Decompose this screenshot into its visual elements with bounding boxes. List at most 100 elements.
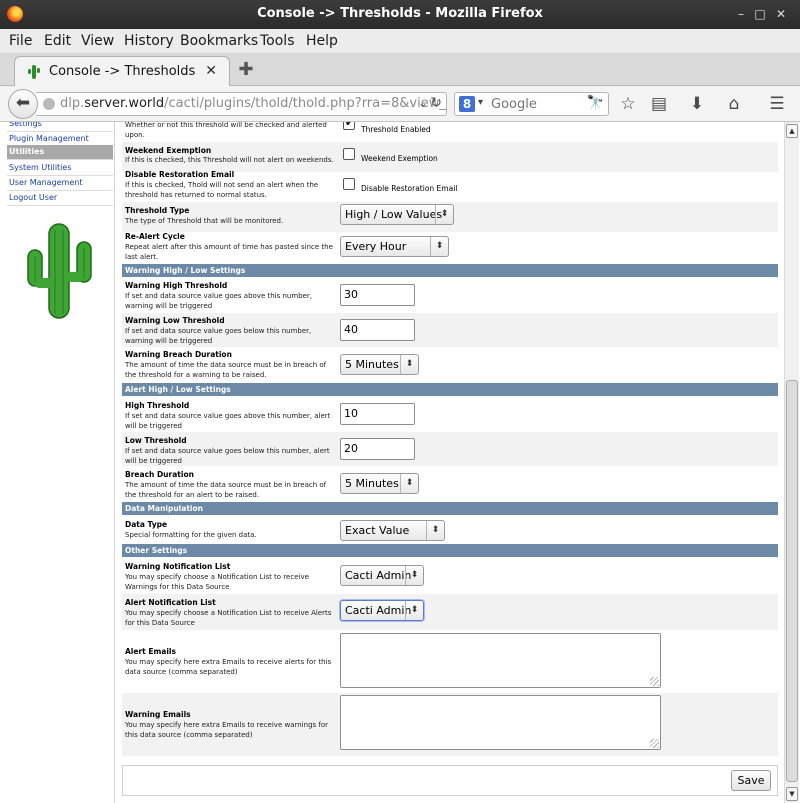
url-host: server.world [84, 96, 165, 111]
sidebar-item-utilities[interactable]: Utilities [7, 145, 113, 160]
hamburger-menu-icon[interactable]: ☰ [767, 94, 787, 114]
search-input[interactable] [491, 95, 581, 113]
close-window-button[interactable]: ✕ [772, 5, 790, 23]
weekend-exemption-checkbox[interactable] [343, 148, 355, 160]
sidebar-item-user-management[interactable]: User Management [7, 176, 113, 191]
threshold-type-label: Threshold Type [125, 206, 190, 215]
page-content: Settings Plugin Management Utilities Sys… [0, 122, 800, 803]
tab-close-icon[interactable]: ✕ [205, 63, 217, 79]
warning-emails-desc: You may specify here extra Emails to rec… [125, 721, 329, 739]
warning-breach-value: 5 Minutes [345, 358, 399, 371]
minimize-button[interactable]: – [732, 5, 750, 23]
form-row-warning-emails: Warning Emails You may specify here extr… [122, 693, 778, 756]
warning-notification-select[interactable]: Cacti Admin ⬍ [340, 565, 424, 586]
warning-emails-textarea[interactable] [340, 695, 661, 750]
sidebar-item-system-utilities[interactable]: System Utilities [7, 161, 113, 176]
cacti-cactus-logo [27, 223, 92, 319]
maximize-button[interactable]: □ [751, 5, 769, 23]
search-engine-dropdown-icon[interactable]: ▾ [478, 97, 483, 108]
form-row-data-type: Data Type Special formatting for the giv… [122, 515, 778, 544]
scrollbar-thumb[interactable] [786, 380, 798, 782]
disable-restoration-checkbox[interactable] [343, 178, 355, 190]
warning-low-input[interactable]: 40 [340, 319, 415, 341]
weekend-exemption-checkbox-label[interactable]: Weekend Exemption [361, 154, 438, 163]
form-row-alert-emails: Alert Emails You may specify here extra … [122, 630, 778, 693]
resize-grip-icon[interactable] [650, 677, 659, 686]
data-type-desc: Special formatting for the given data. [125, 531, 257, 539]
vertical-scrollbar[interactable]: ▲ ▼ [784, 122, 799, 803]
select-arrows-icon: ⬍ [426, 521, 444, 540]
warning-emails-label: Warning Emails [125, 710, 191, 719]
menu-file[interactable]: File [9, 33, 32, 49]
menu-help[interactable]: Help [306, 33, 338, 49]
warning-breach-select[interactable]: 5 Minutes ⬍ [340, 354, 419, 375]
menu-view[interactable]: View [81, 33, 114, 49]
weekend-exemption-label: Weekend Exemption [125, 146, 212, 155]
low-threshold-desc: If set and data source value goes below … [125, 447, 330, 465]
data-type-select[interactable]: Exact Value ⬍ [340, 520, 445, 541]
form-row-warning-notification: Warning Notification List You may specif… [122, 557, 778, 594]
disable-restoration-checkbox-label[interactable]: Disable Restoration Email [361, 184, 457, 193]
alert-notification-desc: You may specify choose a Notification Li… [125, 609, 332, 627]
form-row-realert-cycle: Re-Alert Cycle Repeat alert after this a… [122, 232, 778, 264]
save-button[interactable]: Save [731, 770, 771, 791]
menu-bookmarks[interactable]: Bookmarks [180, 33, 258, 49]
select-arrows-icon: ⬍ [435, 205, 453, 224]
realert-cycle-value: Every Hour [345, 240, 407, 253]
search-bar[interactable]: 8 ▾ 🔭 [454, 92, 609, 116]
warning-high-label: Warning High Threshold [125, 281, 228, 290]
realert-cycle-label: Re-Alert Cycle [125, 232, 185, 241]
alert-emails-textarea[interactable] [340, 633, 661, 688]
section-warning-settings: Warning High / Low Settings [122, 264, 778, 277]
warning-high-input[interactable]: 30 [340, 284, 415, 306]
resize-grip-icon[interactable] [650, 739, 659, 748]
url-history-dropdown-icon[interactable]: ⌄ [418, 96, 428, 110]
sidebar-item-settings[interactable]: Settings [7, 122, 113, 132]
google-engine-icon[interactable]: 8 [459, 96, 475, 112]
reload-icon[interactable]: ↻ [430, 95, 442, 111]
url-bar[interactable]: dlp.server.world/cacti/plugins/thold/tho… [36, 92, 447, 116]
tab-label: Console -> Thresholds [49, 64, 196, 79]
downloads-icon[interactable]: ⬇ [687, 94, 707, 114]
menu-history[interactable]: History [124, 33, 174, 49]
bookmark-star-icon[interactable]: ☆ [618, 94, 638, 114]
home-icon[interactable]: ⌂ [724, 94, 744, 114]
reading-list-icon[interactable]: ▤ [649, 94, 669, 114]
breach-duration-desc: The amount of time the data source must … [125, 481, 327, 499]
back-button[interactable]: ⬅ [8, 89, 38, 119]
scroll-down-icon[interactable]: ▼ [786, 787, 798, 801]
url-text[interactable]: dlp.server.world/cacti/plugins/thold/tho… [60, 96, 446, 111]
warning-notification-label: Warning Notification List [125, 562, 231, 571]
high-threshold-input[interactable]: 10 [340, 403, 415, 425]
warning-low-label: Warning Low Threshold [125, 316, 225, 325]
low-threshold-input[interactable]: 20 [340, 438, 415, 460]
disable-restoration-label: Disable Restoration Email [125, 170, 235, 179]
menu-edit[interactable]: Edit [44, 33, 71, 49]
threshold-type-desc: The type of Threshold that will be monit… [125, 217, 284, 225]
form-row-high-threshold: High Threshold If set and data source va… [122, 396, 778, 432]
breach-duration-select[interactable]: 5 Minutes ⬍ [340, 473, 419, 494]
new-tab-button[interactable]: ✚ [236, 61, 256, 81]
alert-notification-select[interactable]: Cacti Admin ⬍ [340, 600, 424, 621]
binoculars-icon[interactable]: 🔭 [587, 95, 604, 111]
scroll-up-icon[interactable]: ▲ [786, 124, 798, 138]
save-bar: Save [122, 765, 778, 796]
threshold-enabled-checkbox-label[interactable]: Threshold Enabled [361, 125, 431, 134]
window-title: Console -> Thresholds - Mozilla Firefox [257, 6, 543, 21]
sidebar-item-logout-user[interactable]: Logout User [7, 191, 113, 206]
threshold-enabled-checkbox[interactable] [343, 122, 355, 130]
breach-duration-value: 5 Minutes [345, 477, 399, 490]
threshold-enabled-desc: Whether or not this threshold will be ch… [125, 122, 327, 139]
tab-strip: Console -> Thresholds ✕ ✚ [0, 53, 800, 87]
navigation-toolbar: dlp.server.world/cacti/plugins/thold/tho… [0, 86, 800, 122]
section-data-manipulation: Data Manipulation [122, 502, 778, 515]
console-sidebar: Settings Plugin Management Utilities Sys… [5, 122, 115, 803]
menu-tools[interactable]: Tools [260, 33, 295, 49]
select-arrows-icon: ⬍ [430, 237, 448, 256]
realert-cycle-select[interactable]: Every Hour ⬍ [340, 236, 449, 257]
tab-console-thresholds[interactable]: Console -> Thresholds ✕ [14, 56, 230, 87]
threshold-type-select[interactable]: High / Low Values ⬍ [340, 204, 454, 225]
warning-low-desc: If set and data source value goes below … [125, 327, 312, 345]
warning-notification-desc: You may specify choose a Notification Li… [125, 573, 309, 591]
breach-duration-label: Breach Duration [125, 470, 194, 479]
